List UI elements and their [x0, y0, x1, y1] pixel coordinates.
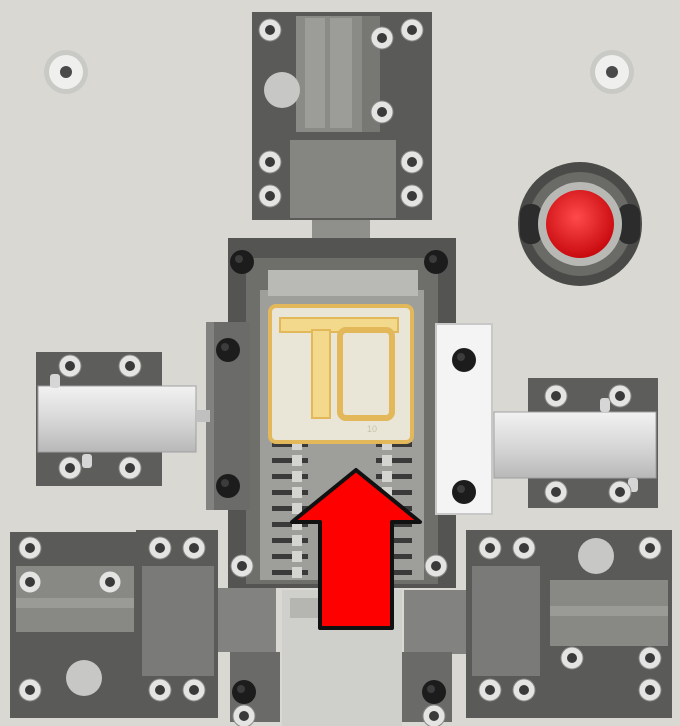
socket-pin: [292, 471, 302, 482]
socket-pin: [272, 490, 308, 495]
socket-pin: [292, 567, 302, 578]
hex-socket-screw-icon: [148, 678, 172, 702]
hex-socket-screw-icon: [118, 354, 142, 378]
hex-socket-screw-icon: [58, 354, 82, 378]
hex-socket-screw-icon: [258, 18, 282, 42]
dowel-pin-icon: [424, 250, 448, 274]
socket-pin: [272, 506, 308, 511]
hex-socket-screw-icon: [182, 536, 206, 560]
socket-pin: [382, 455, 392, 466]
hex-socket-screw-icon: [608, 384, 632, 408]
hex-socket-screw-icon: [400, 184, 424, 208]
dowel-pin-icon: [452, 480, 476, 504]
hex-socket-screw-icon: [608, 480, 632, 504]
dowel-pin-icon: [216, 338, 240, 362]
hex-socket-screw-icon: [370, 100, 394, 124]
socket-pin: [292, 503, 302, 514]
hex-socket-screw-icon: [232, 704, 256, 726]
hex-socket-screw-icon: [512, 536, 536, 560]
hex-socket-screw-icon: [230, 554, 254, 578]
hex-socket-screw-icon: [424, 554, 448, 578]
hex-socket-screw-icon: [18, 570, 42, 594]
hex-socket-screw-icon: [400, 18, 424, 42]
hex-socket-screw-icon: [638, 646, 662, 670]
socket-pin: [292, 487, 302, 498]
hex-socket-screw-icon: [638, 678, 662, 702]
hex-socket-screw-icon: [544, 480, 568, 504]
fixture-render: 10: [0, 0, 680, 726]
hex-socket-screw-icon: [370, 26, 394, 50]
dowel-pin-icon: [232, 680, 256, 704]
dowel-pin-icon: [422, 680, 446, 704]
socket-pin: [272, 570, 308, 575]
hex-socket-screw-icon: [258, 184, 282, 208]
socket-pin: [272, 554, 308, 559]
red-button-icon[interactable]: [546, 190, 614, 258]
socket-pin: [292, 455, 302, 466]
socket-pin: [292, 535, 302, 546]
hex-socket-screw-icon: [478, 536, 502, 560]
hex-socket-screw-icon: [18, 678, 42, 702]
socket-pin: [382, 471, 392, 482]
hex-socket-screw-icon: [182, 678, 206, 702]
dowel-pin-icon: [452, 348, 476, 372]
hex-socket-screw-icon: [478, 678, 502, 702]
hex-socket-screw-icon: [58, 456, 82, 480]
socket-pin: [272, 474, 308, 479]
hex-socket-screw-icon: [560, 646, 584, 670]
hex-socket-screw-icon: [98, 570, 122, 594]
red-push-button[interactable]: [518, 162, 642, 286]
hex-socket-screw-icon: [512, 678, 536, 702]
hex-socket-screw-icon: [638, 536, 662, 560]
socket-pin: [376, 458, 412, 463]
socket-pin: [292, 551, 302, 562]
dowel-pin-icon: [230, 250, 254, 274]
dowel-pin-icon: [216, 474, 240, 498]
plate-screw-icon: [44, 50, 88, 94]
hex-socket-screw-icon: [18, 536, 42, 560]
hex-socket-screw-icon: [422, 704, 446, 726]
hex-socket-screw-icon: [258, 150, 282, 174]
hex-socket-screw-icon: [118, 456, 142, 480]
hex-socket-screw-icon: [148, 536, 172, 560]
hex-socket-screw-icon: [544, 384, 568, 408]
plate-screw-icon: [590, 50, 634, 94]
fixture-label: 10: [367, 424, 377, 434]
socket-pin: [272, 458, 308, 463]
socket-pin: [272, 538, 308, 543]
socket-pin: [376, 474, 412, 479]
yellow-fixture: 10: [268, 304, 414, 444]
hex-socket-screw-icon: [400, 150, 424, 174]
